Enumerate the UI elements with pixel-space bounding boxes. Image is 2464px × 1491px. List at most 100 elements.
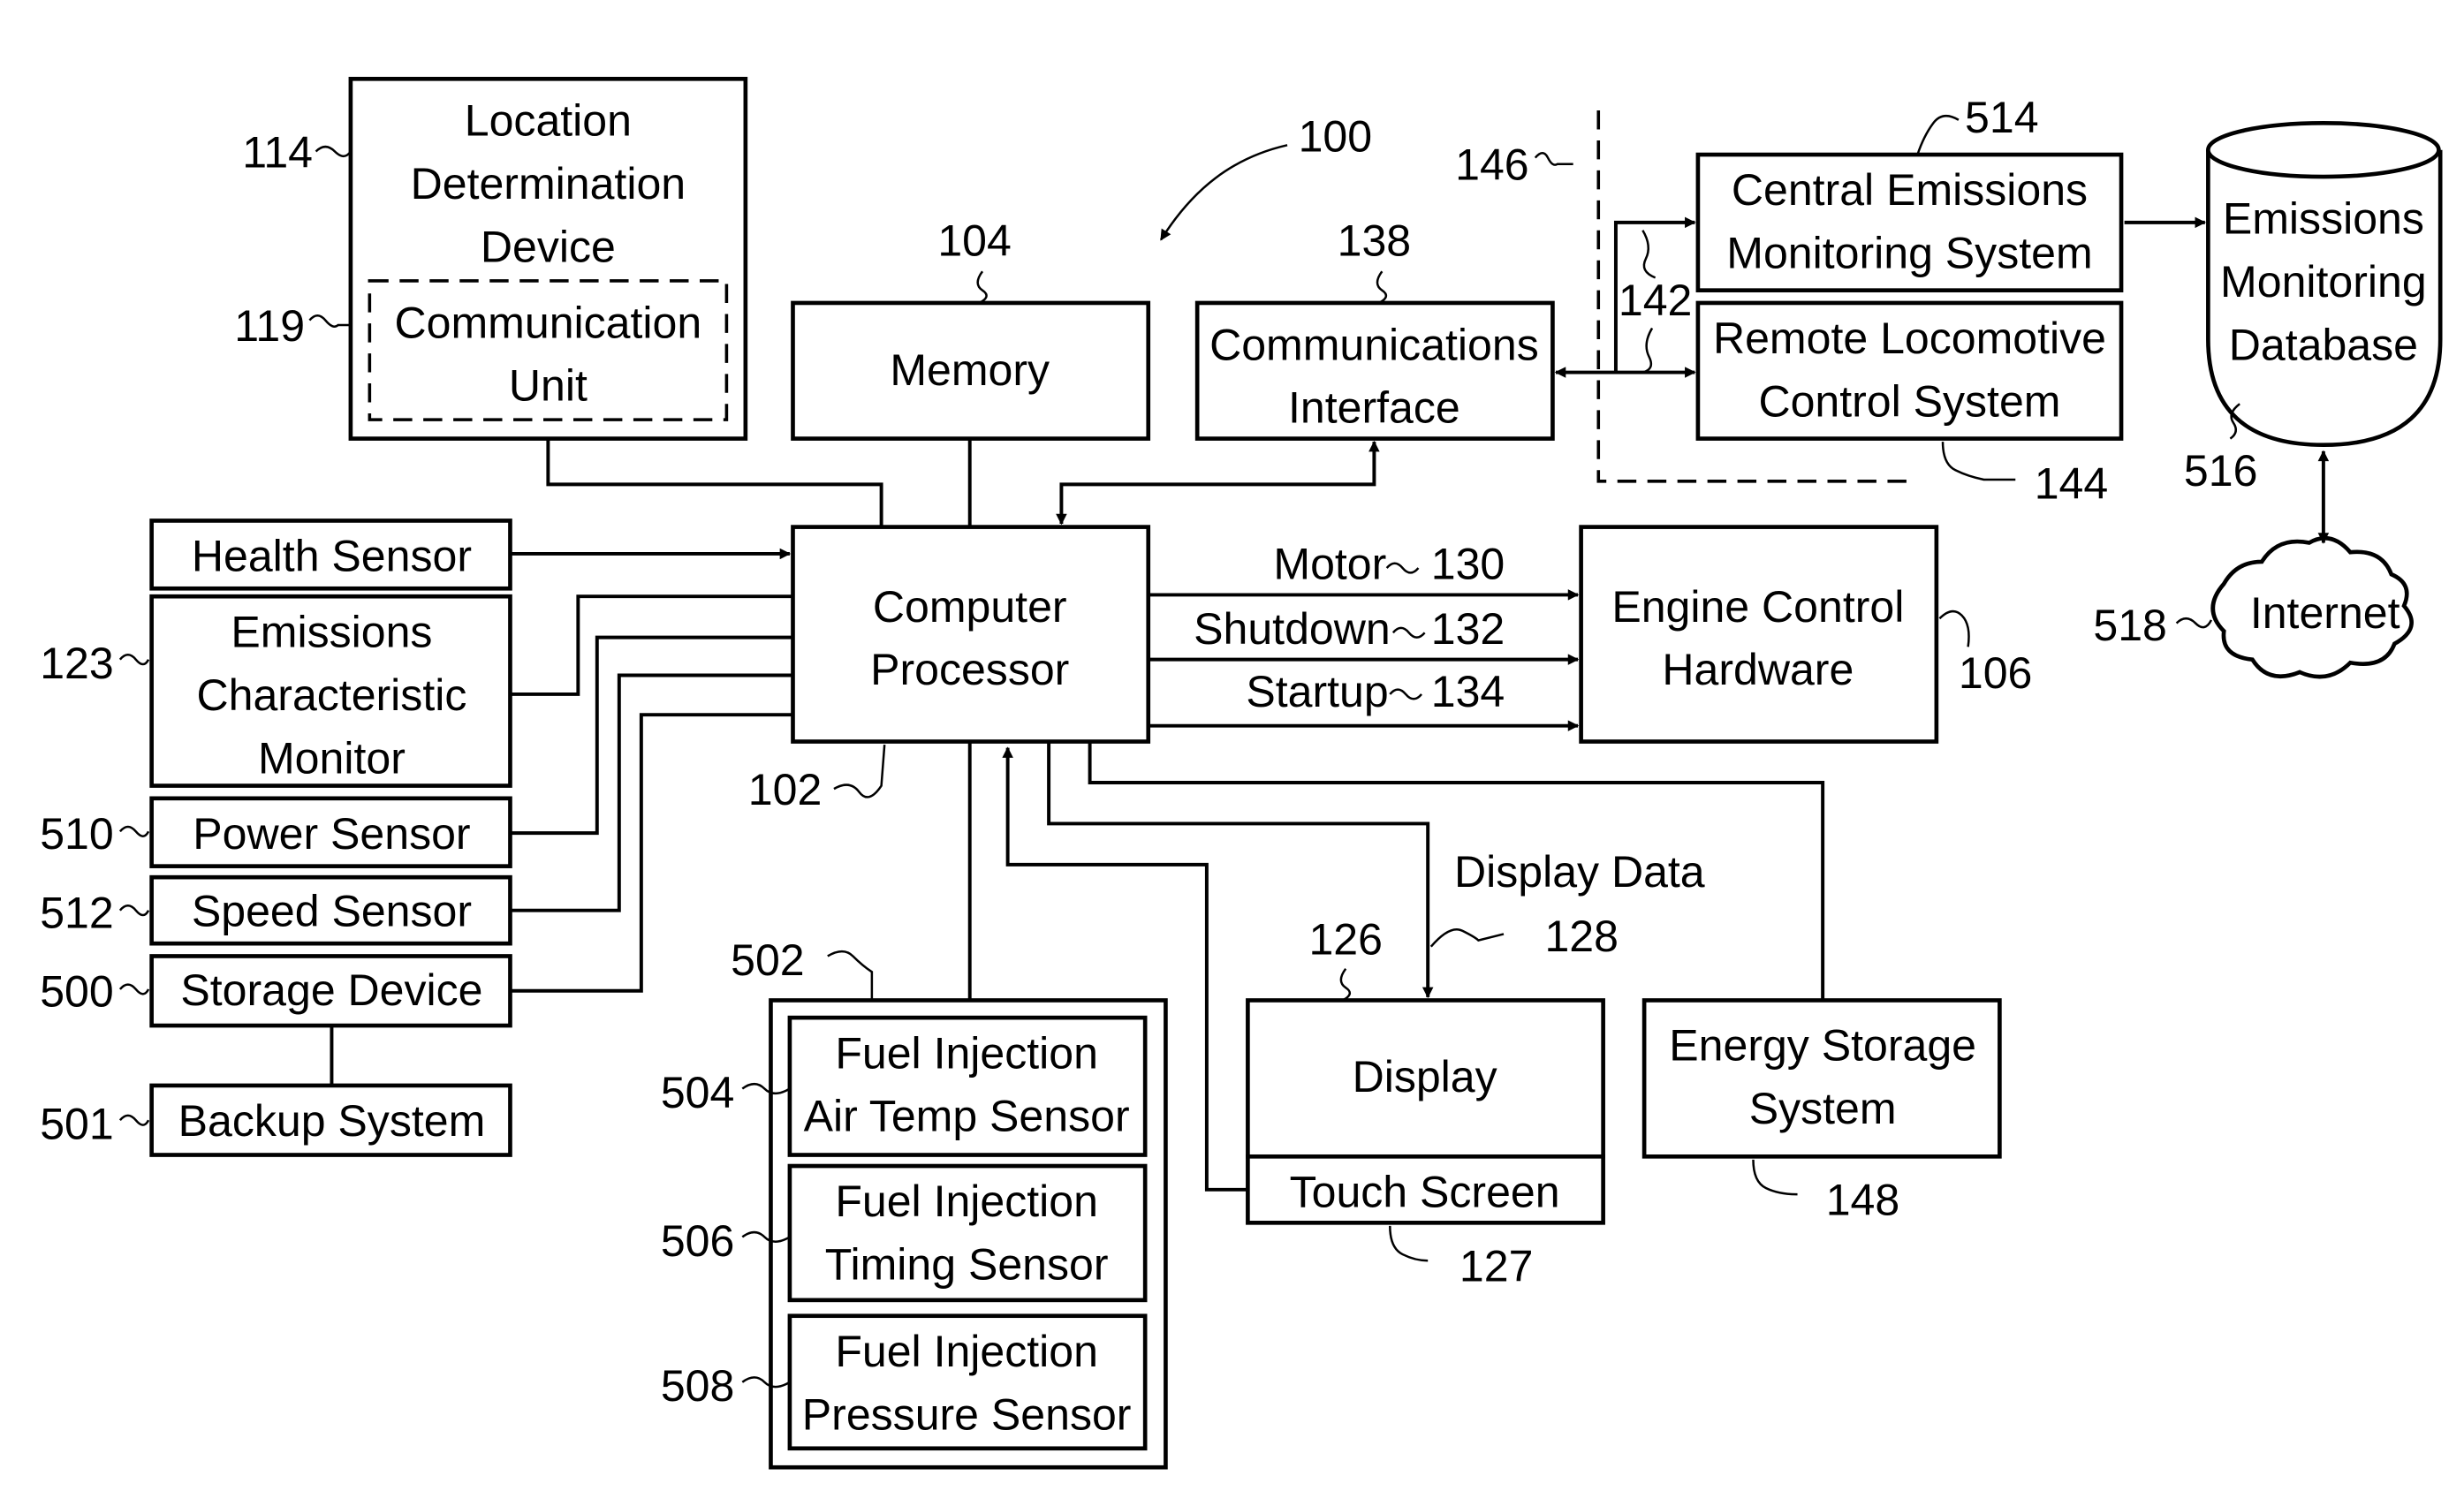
ref-510: 510	[40, 809, 113, 859]
energy-storage-label-line2: System	[1749, 1084, 1897, 1133]
location-determination-device[interactable]: Location Determination Device Communicat…	[234, 76, 748, 441]
remote-locomotive-label-line1: Remote Locomotive	[1713, 314, 2106, 363]
location-to-processor-wire	[546, 438, 883, 527]
communication-unit-label-line2: Unit	[509, 361, 588, 411]
ref-114: 114	[242, 127, 313, 177]
central-emissions-monitoring-system[interactable]: Central Emissions Monitoring System 514	[1695, 93, 2124, 292]
ref-102-leader	[833, 745, 886, 798]
health-sensor[interactable]: Health Sensor	[149, 518, 512, 591]
ref-106-leader	[1938, 609, 1970, 647]
ref-518-leader	[2175, 617, 2213, 629]
ref-127: 127	[1459, 1241, 1533, 1290]
figure-pointer-arrow	[1159, 144, 1288, 241]
emissions-monitor-to-processor-wire	[510, 594, 793, 696]
backup-system-label: Backup System	[178, 1096, 486, 1146]
system-block-diagram: 100 Location Determination Device Commun…	[40, 76, 2443, 1470]
ref-502: 502	[731, 935, 804, 985]
ref-128: 128	[1544, 912, 1618, 961]
ref-106: 106	[1959, 648, 2032, 698]
engine-control-hardware[interactable]: Engine Control Hardware 106	[1579, 525, 2033, 744]
energy-storage-label-line1: Energy Storage	[1669, 1020, 1976, 1070]
ref-148: 148	[1826, 1175, 1899, 1224]
ref-506: 506	[661, 1216, 734, 1266]
communication-unit-label-line1: Communication	[395, 298, 702, 347]
storage-device[interactable]: Storage Device 500	[40, 954, 512, 1028]
shutdown-signal-label: Shutdown	[1194, 604, 1391, 654]
ref-144: 144	[2035, 458, 2108, 508]
processor-label-line2: Processor	[870, 645, 1069, 694]
ref-138-leader	[1376, 270, 1388, 305]
ref-119: 119	[234, 301, 305, 351]
speed-sensor-label: Speed Sensor	[192, 887, 472, 936]
power-sensor-label: Power Sensor	[193, 809, 470, 859]
ref-123: 123	[40, 639, 113, 688]
memory[interactable]: Memory 104	[791, 216, 1151, 441]
engine-control-label-line1: Engine Control	[1611, 582, 1904, 632]
ref-146: 146	[1455, 140, 1528, 190]
motor-signal-label: Motor	[1273, 540, 1386, 589]
ref-512-leader	[118, 904, 150, 917]
emissions-monitor-label-line3: Monitor	[258, 733, 406, 783]
ref-142: 142	[1619, 276, 1692, 325]
ref-148-leader	[1752, 1159, 1798, 1196]
display-data-label: Display Data	[1454, 847, 1705, 897]
ref-119-leader	[308, 314, 351, 328]
central-emissions-label-line2: Monitoring System	[1726, 229, 2092, 278]
ref-501-leader	[118, 1114, 150, 1126]
communications-interface-label-line2: Interface	[1288, 383, 1460, 433]
fuel-injection-pressure-sensor[interactable]: Fuel Injection Pressure Sensor 508	[661, 1313, 1148, 1451]
health-sensor-label: Health Sensor	[192, 532, 472, 581]
ref-144-leader	[1941, 442, 2016, 481]
storage-device-label: Storage Device	[180, 965, 482, 1015]
communications-interface-label-line1: Communications	[1209, 320, 1539, 369]
database-cylinder-top	[2206, 121, 2441, 179]
backup-system[interactable]: Backup System 501	[40, 1026, 512, 1157]
engine-control-signals: Motor Shutdown Startup 130 132 134	[1148, 540, 1580, 731]
fuel-air-temp-label-line2: Air Temp Sensor	[804, 1092, 1130, 1141]
emissions-monitoring-database[interactable]: Emissions Monitoring Database 516	[2124, 121, 2443, 496]
energy-storage-system[interactable]: Energy Storage System 148	[1641, 998, 2002, 1224]
ref-label: 100	[1299, 111, 1372, 161]
ref-500: 500	[40, 967, 113, 1017]
engine-control-box	[1579, 525, 1939, 744]
ref-104: 104	[937, 216, 1011, 265]
engine-control-label-line2: Hardware	[1662, 645, 1854, 694]
fuel-injection-air-temp-sensor[interactable]: Fuel Injection Air Temp Sensor 504	[661, 1015, 1148, 1157]
ref-134: 134	[1431, 667, 1505, 716]
ref-514: 514	[1965, 93, 2038, 142]
fuel-injection-timing-sensor[interactable]: Fuel Injection Timing Sensor 506	[661, 1163, 1148, 1303]
emissions-monitor-label-line2: Characteristic	[196, 670, 466, 720]
power-sensor[interactable]: Power Sensor 510	[40, 796, 512, 868]
location-device-label-line3: Device	[481, 223, 616, 272]
central-emissions-label-line1: Central Emissions	[1732, 165, 2088, 215]
internet-label: Internet	[2250, 588, 2400, 638]
touch-screen[interactable]: Touch Screen 127	[1246, 1154, 1605, 1290]
fuel-timing-label-line2: Timing Sensor	[825, 1240, 1109, 1290]
remote-locomotive-label-line2: Control System	[1758, 377, 2060, 427]
ref-127-leader	[1389, 1225, 1429, 1262]
remote-locomotive-control-system[interactable]: Remote Locomotive Control System 144	[1695, 300, 2124, 508]
ref-132: 132	[1431, 604, 1505, 654]
ref-508: 508	[661, 1361, 734, 1411]
fuel-pressure-label-line2: Pressure Sensor	[802, 1389, 1132, 1439]
speed-sensor[interactable]: Speed Sensor 512	[40, 874, 512, 946]
emissions-characteristic-monitor[interactable]: Emissions Characteristic Monitor 123	[40, 594, 512, 788]
ref-142-leader-top	[1641, 230, 1657, 279]
ref-518: 518	[2093, 601, 2166, 650]
ref-146-leader	[1534, 152, 1573, 166]
communications-interface[interactable]: Communications Interface 138	[1194, 216, 1555, 441]
ref-114-leader	[315, 145, 352, 158]
ref-512: 512	[40, 888, 113, 937]
ref-102: 102	[748, 765, 822, 814]
ref-504: 504	[661, 1068, 734, 1117]
location-device-label-line2: Determination	[411, 159, 686, 208]
location-device-label-line1: Location	[465, 96, 632, 146]
processor-comm-interface-link	[1056, 440, 1380, 526]
ref-132-leader	[1391, 626, 1426, 639]
ref-126-leader	[1339, 968, 1351, 1002]
ref-130-leader	[1385, 562, 1420, 574]
processor-box	[791, 525, 1151, 744]
ref-104-leader	[976, 270, 988, 305]
fuel-air-temp-label-line1: Fuel Injection	[835, 1028, 1098, 1078]
ref-142-leader-bottom	[1641, 327, 1654, 374]
